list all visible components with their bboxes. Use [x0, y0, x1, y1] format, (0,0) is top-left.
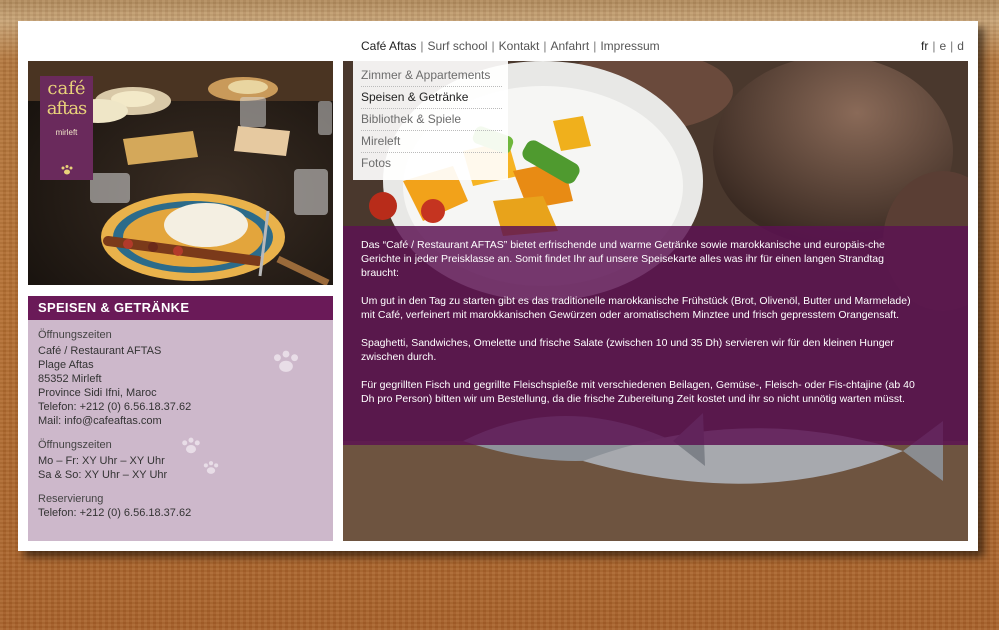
hours-line: Mo – Fr: XY Uhr – XY Uhr	[38, 455, 165, 467]
submenu-speisen-getraenke[interactable]: Speisen & Getränke	[361, 87, 502, 109]
mail-line[interactable]: Mail: info@cafeaftas.com	[38, 414, 323, 428]
content-paragraph: Für gegrillten Fisch und gegrillte Fleis…	[361, 379, 915, 405]
logo-line-aftas: aftas	[46, 98, 88, 119]
phone-line: Telefon: +212 (0) 6.56.18.37.62	[38, 401, 192, 413]
info-heading-reservierung: Reservierung	[38, 493, 104, 505]
paw-icon	[203, 461, 219, 474]
content-paragraph: Um gut in den Tag zu starten gibt es das…	[361, 295, 911, 321]
lang-separator: |	[932, 39, 936, 53]
info-box: SPEISEN & GETRÄNKE Öffnungszeiten Café /…	[28, 296, 333, 541]
nav-anfahrt[interactable]: Anfahrt	[550, 39, 589, 53]
address-line: Province Sidi Ifni, Maroc	[38, 387, 157, 399]
lang-separator: |	[950, 39, 954, 53]
paw-icon	[61, 165, 73, 175]
content-overlay: Das “Café / Restaurant AFTAS” bietet erf…	[343, 226, 968, 445]
hours-line: Sa & So: XY Uhr – XY Uhr	[38, 469, 168, 481]
submenu-bibliothek-spiele[interactable]: Bibliothek & Spiele	[361, 109, 502, 131]
submenu-mireleft[interactable]: Mireleft	[361, 131, 502, 153]
lang-fr[interactable]: fr	[921, 39, 928, 53]
submenu-zimmer-appartements[interactable]: Zimmer & Appartements	[361, 65, 502, 87]
language-navigation: fr | e | d	[921, 39, 964, 53]
cafe-aftas-logo[interactable]: café aftas mirleft	[40, 76, 93, 180]
content-paragraph: Spaghetti, Sandwiches, Omelette und fris…	[361, 337, 894, 363]
nav-separator: |	[593, 39, 597, 53]
info-box-title: SPEISEN & GETRÄNKE	[28, 296, 333, 320]
info-heading-oeffnungszeiten: Öffnungszeiten	[38, 329, 112, 341]
logo-line-cafe: café	[47, 78, 86, 99]
nav-cafe-aftas[interactable]: Café Aftas	[361, 39, 416, 53]
nav-surf-school[interactable]: Surf school	[428, 39, 488, 53]
submenu-fotos[interactable]: Fotos	[361, 153, 502, 174]
nav-separator: |	[420, 39, 424, 53]
top-navigation: Café Aftas | Surf school | Kontakt | Anfahrt | I…	[361, 39, 660, 53]
paw-icon	[274, 350, 298, 372]
lang-e[interactable]: e	[939, 39, 946, 53]
nav-impressum[interactable]: Impressum	[600, 39, 659, 53]
reservation-phone-line: Telefon: +212 (0) 6.56.18.37.62	[38, 507, 192, 519]
lang-d[interactable]: d	[957, 39, 964, 53]
nav-separator: |	[491, 39, 495, 53]
paw-icon	[182, 437, 200, 454]
logo-line-mirleft: mirleft	[55, 128, 78, 137]
nav-separator: |	[543, 39, 547, 53]
content-paragraph: Das “Café / Restaurant AFTAS” bietet erf…	[361, 239, 885, 279]
sub-navigation: Zimmer & Appartements Speisen & Getränke…	[353, 61, 508, 180]
content-text: Das “Café / Restaurant AFTAS” bietet erf…	[361, 238, 916, 420]
nav-kontakt[interactable]: Kontakt	[499, 39, 540, 53]
